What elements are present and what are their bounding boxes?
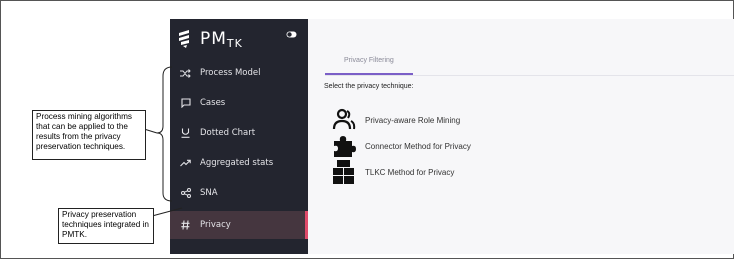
- privacy-callout: Privacy preservation techniques integrat…: [58, 208, 154, 244]
- algorithms-brace: [156, 66, 173, 202]
- algorithms-callout: Process mining algorithms that can be ap…: [32, 110, 146, 160]
- privacy-connector: [151, 207, 183, 217]
